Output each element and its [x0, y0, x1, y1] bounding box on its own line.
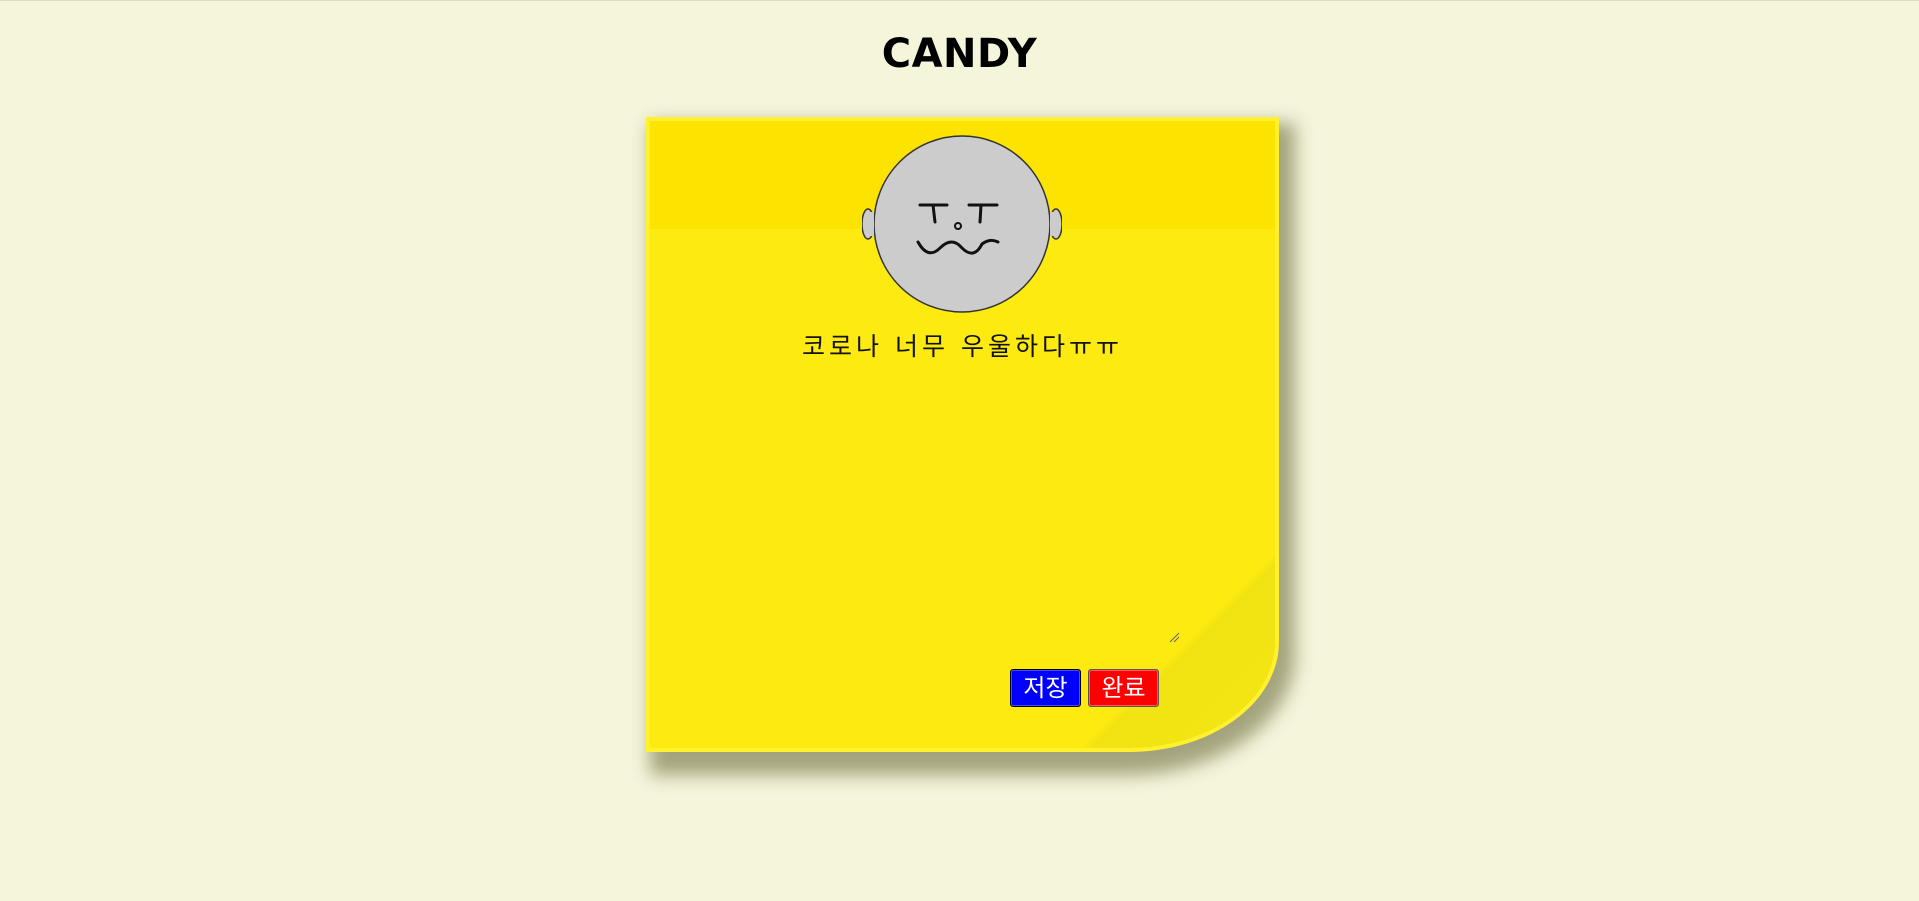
done-button[interactable]: 완료 — [1088, 669, 1159, 707]
page-title: CANDY — [881, 31, 1038, 77]
resize-handle-icon[interactable] — [1168, 631, 1180, 643]
note-textarea[interactable]: 코로나 너무 우울하다ㅠㅠ — [650, 327, 1275, 363]
sad-face-avatar-icon — [862, 135, 1062, 313]
save-button[interactable]: 저장 — [1010, 669, 1081, 707]
sticky-note: 코로나 너무 우울하다ㅠㅠ 저장 완료 — [646, 117, 1279, 752]
note-corner-curl — [1065, 538, 1275, 748]
